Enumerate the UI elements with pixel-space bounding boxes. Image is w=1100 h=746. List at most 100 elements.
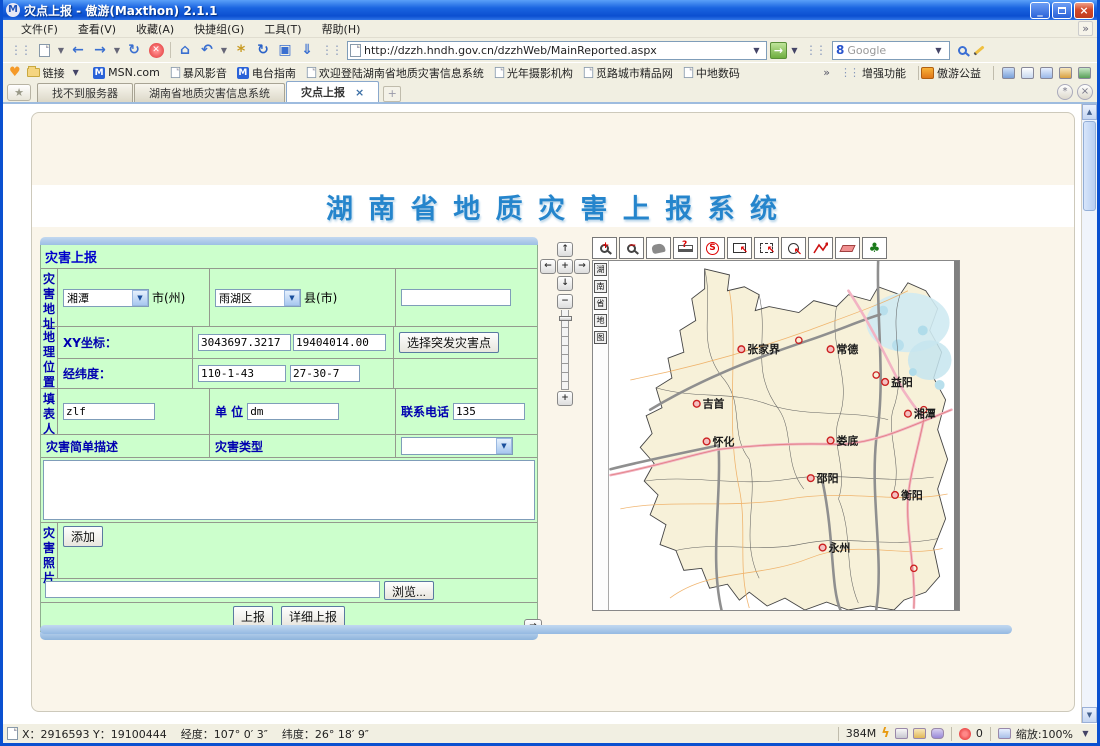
zoom-dropdown-icon[interactable]: ▼ — [1078, 726, 1093, 741]
minimize-button[interactable]: _ — [1030, 2, 1050, 19]
pan-center-button[interactable]: + — [557, 259, 573, 274]
map-scale-button[interactable]: S — [700, 237, 725, 259]
zoom-in-slider-button[interactable]: + — [557, 391, 573, 406]
undo-button[interactable]: ↶ — [196, 40, 218, 60]
plugin-tools-icon[interactable] — [1078, 67, 1091, 79]
enhance-features-link[interactable]: 增强功能 — [862, 65, 906, 81]
new-tab-button[interactable]: + — [383, 86, 401, 102]
favorites-star-button[interactable]: ★ — [7, 84, 31, 101]
browse-button[interactable]: 浏览... — [384, 581, 434, 600]
bookmark-msn[interactable]: MMSN.com — [93, 66, 160, 79]
layer-button[interactable]: 地 — [594, 314, 607, 327]
zoom-slider[interactable]: − + — [557, 294, 573, 406]
tab-close-icon[interactable]: × — [355, 86, 364, 99]
description-textarea[interactable] — [43, 460, 535, 520]
map-zoom-in-button[interactable]: + — [592, 237, 617, 259]
submit-button[interactable]: 上报 — [233, 606, 273, 627]
scrollbar-thumb[interactable] — [1083, 121, 1096, 211]
bookmark-photo-agency[interactable]: 光年摄影机构 — [494, 65, 573, 81]
back-button[interactable]: ← — [67, 40, 89, 60]
longitude-input[interactable] — [198, 365, 286, 382]
menu-tools[interactable]: 工具(T) — [254, 21, 311, 37]
scroll-down-icon[interactable]: ▼ — [1082, 707, 1097, 723]
go-button[interactable]: → — [770, 42, 787, 59]
maximize-button[interactable] — [1052, 2, 1072, 19]
close-button[interactable]: × — [1074, 2, 1094, 19]
undo-dropdown-icon[interactable]: ▼ — [218, 40, 230, 60]
y-coordinate-input[interactable] — [293, 334, 386, 351]
capture-button[interactable]: ▣ — [274, 40, 296, 60]
add-photo-button[interactable]: 添加 — [63, 526, 103, 547]
stop-button[interactable]: ✕ — [145, 40, 167, 60]
pan-left-button[interactable]: ← — [540, 259, 556, 274]
zoom-slider-handle[interactable] — [559, 316, 572, 321]
folder-status-icon[interactable] — [913, 728, 926, 739]
map-measure-button[interactable]: ? — [673, 237, 698, 259]
forward-button[interactable]: → — [89, 40, 111, 60]
city-select[interactable]: 湘潭▼ — [63, 289, 149, 307]
page-scrollbar[interactable]: ▲ ▼ — [1081, 104, 1097, 723]
zoom-out-slider-button[interactable]: − — [557, 294, 573, 309]
refresh-button[interactable]: ↻ — [123, 40, 145, 60]
pick-disaster-point-button[interactable]: 选择突发灾害点 — [399, 332, 499, 353]
map-eraser-button[interactable] — [835, 237, 860, 259]
toolbar-grip[interactable]: ⋮⋮ — [10, 43, 30, 57]
search-icon[interactable] — [958, 46, 967, 55]
layer-button[interactable]: 湖 — [594, 263, 607, 276]
layer-button[interactable]: 图 — [594, 331, 607, 344]
bookmarks-overflow-icon[interactable]: » — [823, 66, 830, 79]
magic-fill-button[interactable]: * — [230, 40, 252, 60]
search-input[interactable]: Google — [847, 44, 931, 57]
map-circle-select-button[interactable]: ↖ — [781, 237, 806, 259]
proxy-icon[interactable] — [1002, 67, 1015, 79]
window-list-icon[interactable] — [1021, 67, 1034, 79]
map-rect-select-button[interactable]: ↖ — [727, 237, 752, 259]
search-dropdown-icon[interactable]: ▼ — [931, 43, 946, 58]
download-button[interactable]: ⇓ — [296, 40, 318, 60]
tab-list-close-button[interactable]: × — [1077, 84, 1093, 100]
new-page-button[interactable] — [33, 40, 55, 60]
map-layers-tree-button[interactable]: ♣ — [862, 237, 887, 259]
pan-down-button[interactable]: ↓ — [557, 276, 573, 291]
tab-hunan-geo-info-system[interactable]: 湖南省地质灾害信息系统 — [134, 83, 285, 102]
search-box[interactable]: 8 Google ▼ — [832, 41, 950, 60]
menu-collapse-icon[interactable]: » — [1078, 21, 1093, 36]
map-zoom-out-button[interactable]: − — [619, 237, 644, 259]
menu-help[interactable]: 帮助(H) — [312, 21, 371, 37]
map-canvas[interactable]: 张家界常德益阳吉首怀化娄底湘潭邵阳衡阳永州 — [609, 261, 954, 610]
scrollbar-track[interactable] — [1082, 212, 1097, 707]
addressbar-grip[interactable]: ⋮⋮ — [321, 43, 341, 57]
layer-button[interactable]: 南 — [594, 280, 607, 293]
bookmark-links-folder[interactable]: 链接 ▼ — [27, 65, 84, 81]
bookmark-city-boutique[interactable]: 觅路城市精品网 — [583, 65, 673, 81]
reporter-input[interactable] — [63, 403, 155, 420]
zoom-level[interactable]: 缩放:100% — [1016, 726, 1073, 742]
file-path-input[interactable] — [45, 581, 380, 598]
menu-file[interactable]: 文件(F) — [11, 21, 68, 37]
pan-right-button[interactable]: → — [574, 259, 590, 274]
zoom-slider-track[interactable] — [561, 310, 569, 390]
menu-favorites[interactable]: 收藏(A) — [126, 21, 184, 37]
detail-submit-button[interactable]: 详细上报 — [281, 606, 345, 627]
maxthon-charity-link[interactable]: 傲游公益 — [921, 65, 981, 81]
home-button[interactable]: ⌂ — [174, 40, 196, 60]
bookmark-hunan-geo-system[interactable]: 欢迎登陆湖南省地质灾害信息系统 — [306, 65, 484, 81]
bookmark-radio-guide[interactable]: M电台指南 — [237, 65, 296, 81]
phone-input[interactable] — [453, 403, 525, 420]
resize-window-icon[interactable] — [998, 728, 1011, 739]
pan-up-button[interactable]: ↑ — [557, 242, 573, 257]
map-polyline-button[interactable] — [808, 237, 833, 259]
address-bar[interactable]: http://dzzh.hndh.gov.cn/dzzhWeb/MainRepo… — [347, 41, 767, 60]
bookmark-storm-player[interactable]: 暴风影音 — [170, 65, 227, 81]
map-rect-deselect-button[interactable]: ↖ — [754, 237, 779, 259]
address-url[interactable]: http://dzzh.hndh.gov.cn/dzzhWeb/MainRepo… — [364, 44, 749, 57]
go-dropdown-icon[interactable]: ▼ — [787, 43, 802, 58]
menu-view[interactable]: 查看(V) — [68, 21, 126, 37]
county-select[interactable]: 雨湖区▼ — [215, 289, 301, 307]
bookmark-zhongdi-digital[interactable]: 中地数码 — [683, 65, 740, 81]
history-dropdown-icon[interactable]: ▼ — [111, 40, 123, 60]
history-clock-button[interactable]: ↻ — [252, 40, 274, 60]
scroll-up-icon[interactable]: ▲ — [1082, 104, 1097, 120]
pen-cup-icon[interactable] — [1059, 67, 1072, 79]
new-page-dropdown-icon[interactable]: ▼ — [55, 40, 67, 60]
